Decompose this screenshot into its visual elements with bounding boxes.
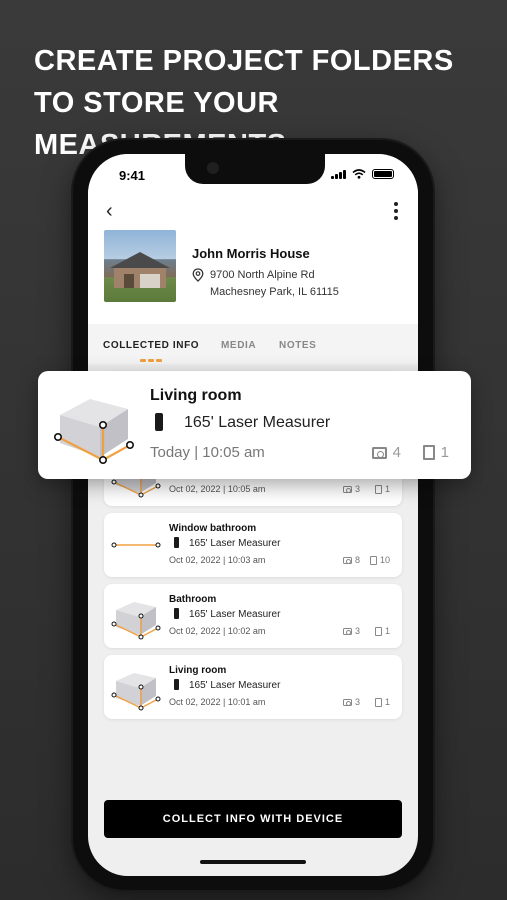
more-options-icon[interactable] <box>394 202 398 220</box>
laser-measurer-icon <box>174 679 179 690</box>
item-date: Oct 02, 2022 | 10:02 am <box>169 626 266 636</box>
location-pin-icon <box>192 268 204 282</box>
document-icon <box>374 626 382 636</box>
item-title: Window bathroom <box>169 523 257 534</box>
featured-title: Living room <box>150 387 242 404</box>
wifi-icon <box>352 169 366 179</box>
camera-icon <box>342 627 352 635</box>
camera-icon <box>342 556 352 564</box>
item-date: Oct 02, 2022 | 10:05 am <box>169 484 266 494</box>
laser-measurer-icon <box>174 608 179 619</box>
item-photo-count: 3 <box>342 626 360 636</box>
phone-frame: 9:41 ‹ John Morris House 9700 North Alpi… <box>73 140 433 890</box>
photo-count: 3 <box>354 484 360 494</box>
room-box-icon <box>54 399 135 465</box>
item-date: Oct 02, 2022 | 10:01 am <box>169 697 266 707</box>
tab-bar: COLLECTED INFO MEDIA NOTES <box>88 324 418 364</box>
tab-media[interactable]: MEDIA <box>221 340 256 351</box>
document-icon <box>374 484 382 494</box>
item-device: 165' Laser Measurer <box>189 538 281 549</box>
status-time: 9:41 <box>119 168 146 183</box>
document-icon <box>374 697 382 707</box>
photo-count: 4 <box>392 444 401 461</box>
camera-icon <box>371 446 387 459</box>
active-tab-indicator <box>140 359 162 362</box>
item-photo-count: 3 <box>342 484 360 494</box>
list-item[interactable]: Window bathroom 165' Laser Measurer Oct 02… <box>104 513 402 577</box>
item-device: 165' Laser Measurer <box>189 680 281 691</box>
signal-icon <box>331 169 346 179</box>
laser-measurer-icon <box>155 413 163 431</box>
photo-count: 8 <box>354 555 360 565</box>
item-doc-count: 10 <box>369 555 390 565</box>
camera-icon <box>342 485 352 493</box>
project-header: ‹ John Morris House 9700 North Alpine Rd… <box>88 194 418 324</box>
featured-date: Today | 10:05 am <box>150 444 265 461</box>
item-date: Oct 02, 2022 | 10:03 am <box>169 555 266 565</box>
photo-count: 3 <box>354 697 360 707</box>
item-title: Living room <box>169 665 227 676</box>
notch <box>185 154 325 184</box>
doc-count: 1 <box>440 444 449 461</box>
featured-device: 165' Laser Measurer <box>184 414 331 431</box>
photo-count: 3 <box>354 626 360 636</box>
laser-measurer-icon <box>174 537 179 548</box>
doc-count: 1 <box>384 697 390 707</box>
featured-doc-count: 1 <box>422 444 449 461</box>
camera-icon <box>342 698 352 706</box>
address-line-1: 9700 North Alpine Rd <box>210 269 315 281</box>
tab-notes[interactable]: NOTES <box>279 340 316 351</box>
battery-icon <box>372 169 394 179</box>
room-box-icon <box>111 602 161 640</box>
list-item[interactable]: Bathroom 165' Laser Measurer Oct 02, 2022 … <box>104 584 402 648</box>
featured-photo-count: 4 <box>371 444 401 461</box>
document-icon <box>422 445 435 460</box>
item-photo-count: 8 <box>342 555 360 565</box>
document-icon <box>369 555 377 565</box>
address-line-2: Machesney Park, IL 61115 <box>210 286 339 298</box>
doc-count: 10 <box>379 555 390 565</box>
item-device: 165' Laser Measurer <box>189 609 281 620</box>
home-indicator <box>200 860 306 864</box>
item-doc-count: 1 <box>374 626 390 636</box>
item-title: Bathroom <box>169 594 217 605</box>
item-photo-count: 3 <box>342 697 360 707</box>
back-icon[interactable]: ‹ <box>106 200 113 223</box>
list-item[interactable]: Living room 165' Laser Measurer Oct 02, 20… <box>104 655 402 719</box>
doc-count: 1 <box>384 484 390 494</box>
featured-measurement-card[interactable]: Living room 165' Laser Measurer Today | … <box>38 371 471 479</box>
tab-collected-info[interactable]: COLLECTED INFO <box>103 340 199 351</box>
collect-info-button[interactable]: COLLECT INFO WITH DEVICE <box>104 800 402 838</box>
status-icons <box>331 169 394 179</box>
item-doc-count: 1 <box>374 697 390 707</box>
item-doc-count: 1 <box>374 484 390 494</box>
doc-count: 1 <box>384 626 390 636</box>
project-name: John Morris House <box>192 246 310 261</box>
room-box-icon <box>111 673 161 711</box>
line-measure-icon <box>111 542 161 548</box>
phone-screen: 9:41 ‹ John Morris House 9700 North Alpi… <box>88 154 418 876</box>
house-photo <box>104 230 176 302</box>
